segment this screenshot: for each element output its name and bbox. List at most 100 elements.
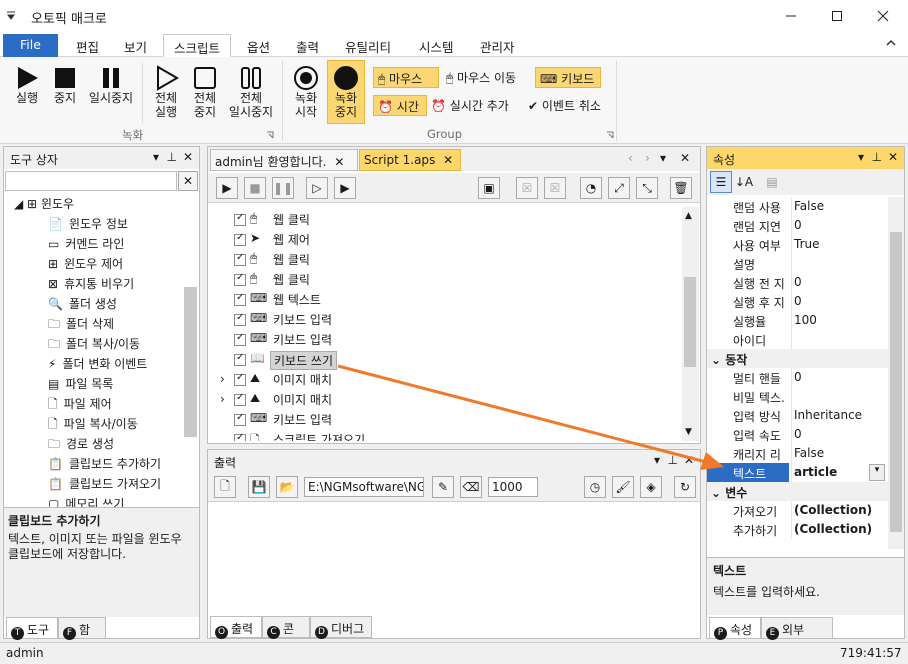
collapse-button[interactable]: ⤡ [636, 177, 658, 199]
checkbox[interactable]: ✓ [234, 212, 246, 226]
property-row[interactable]: 캐리지 리 False [707, 444, 888, 463]
close-button[interactable] [860, 0, 906, 31]
close-icon[interactable]: ✕ [680, 151, 690, 165]
toolbox-item[interactable]: 🗀 폴더 복사/이동 [48, 335, 140, 355]
property-row[interactable]: 아이디 [707, 330, 888, 349]
pin-icon[interactable]: ⊥ [668, 453, 678, 467]
property-row[interactable]: 멀티 핸들 0 [707, 368, 888, 387]
property-row[interactable]: 랜덤 지연 0 [707, 216, 888, 235]
new-log-button[interactable]: 🗋 [214, 476, 236, 498]
pause-script-button[interactable]: ❚❚ [272, 177, 294, 199]
checkbox[interactable]: ✓ [234, 412, 246, 426]
pin-icon[interactable]: ⊥ [872, 150, 882, 164]
checkbox[interactable]: ✓ [234, 372, 246, 386]
run-all-button[interactable]: 전체 실행 [148, 65, 184, 119]
image-button[interactable]: ▣ [478, 177, 500, 199]
property-row[interactable]: 가져오기 (Collection) [707, 501, 888, 520]
close-icon[interactable]: ✕ [888, 150, 898, 164]
menu-file[interactable]: File [3, 34, 58, 57]
property-row[interactable]: 입력 속도 0 [707, 425, 888, 444]
collapse-ribbon-icon[interactable] [886, 39, 896, 47]
minimize-button[interactable] [768, 0, 814, 31]
expand-button[interactable]: ⤢ [608, 177, 630, 199]
tab-script1[interactable]: Script 1.aps ✕ [359, 149, 461, 171]
property-row[interactable]: 실행율 100 [707, 311, 888, 330]
path-input[interactable]: E:\NGMsoftware\NG [304, 477, 424, 497]
close-icon[interactable]: ✕ [183, 150, 193, 164]
pause-all-button[interactable]: 전체 일시중지 [226, 65, 276, 119]
step-button[interactable]: ▷ [306, 177, 328, 199]
dialog-launcher-icon[interactable] [606, 131, 614, 139]
toolbox-item[interactable]: 📄 윈도우 정보 [48, 215, 128, 235]
event-cancel-toggle[interactable]: ✔ 이벤트 취소 [528, 97, 601, 114]
property-row[interactable]: 실행 후 지 0 [707, 292, 888, 311]
property-row[interactable]: 실행 전 지 0 [707, 273, 888, 292]
checkbox[interactable]: ✓ [234, 432, 246, 441]
disable-button[interactable]: ☒ [516, 177, 538, 199]
time-toggle[interactable]: ⏰ 시간 [373, 95, 427, 116]
script-scrollbar[interactable]: ▲ ▼ [682, 207, 699, 441]
record-start-button[interactable]: 녹화 시작 [289, 62, 323, 124]
keyboard-toggle[interactable]: ⌨ 키보드 [535, 67, 601, 88]
toolbox-item[interactable]: 🗀 폴더 삭제 [48, 315, 114, 335]
tab-external-api[interactable]: E외부 API [761, 617, 833, 654]
property-row[interactable]: 설명 [707, 254, 888, 273]
checkbox[interactable]: ✓ [234, 272, 246, 286]
realtime-add-toggle[interactable]: ⏰ 실시간 추가 [431, 97, 509, 114]
open-folder-button[interactable]: 📂 [276, 476, 298, 498]
scrollbar-thumb[interactable] [184, 287, 197, 437]
menu-utility[interactable]: 유틸리티 [335, 34, 401, 57]
number-stepper[interactable]: 1000 [488, 477, 538, 497]
close-icon[interactable]: ✕ [684, 453, 694, 467]
mouse-move-toggle[interactable]: 🖱 마우스 이동 [446, 69, 516, 86]
tree-category[interactable]: ◢ ⊞ 윈도우 [14, 195, 74, 215]
tab-properties[interactable]: P 속성 [709, 617, 761, 640]
step-over-button[interactable]: ▶ [334, 177, 356, 199]
record-stop-button[interactable]: 녹화 중지 [327, 60, 365, 124]
tab-tools[interactable]: T 도구 [6, 617, 58, 640]
timer-button[interactable]: ◔ [580, 177, 602, 199]
dropdown-icon[interactable]: ▾ [858, 150, 864, 164]
toolbox-item[interactable]: 📋 클립보드 가져오기 [48, 475, 161, 495]
property-section[interactable]: ⌄ 변수 [707, 482, 888, 501]
sort-az-button[interactable]: ↓A [733, 171, 755, 193]
property-row[interactable]: 사용 여부 True [707, 235, 888, 254]
tab-functions[interactable]: F함수 [58, 617, 106, 656]
clock-button[interactable]: ◷ [584, 476, 606, 498]
app-menu-icon[interactable] [6, 10, 16, 20]
menu-output[interactable]: 출력 [286, 34, 329, 57]
save-button[interactable]: 💾 [248, 476, 270, 498]
property-section[interactable]: ⌄ 동작 [707, 349, 888, 368]
refresh-button[interactable]: ↻ [674, 476, 696, 498]
toolbox-item[interactable]: 🗀 경로 생성 [48, 435, 114, 455]
stop-button[interactable]: 중지 [48, 65, 82, 105]
checkbox[interactable]: ✓ [234, 252, 246, 266]
clear-search-button[interactable]: ✕ [178, 171, 198, 191]
property-row[interactable]: 입력 방식 Inheritance [707, 406, 888, 425]
checkbox[interactable]: ✓ [234, 392, 246, 406]
pause-button[interactable]: 일시중지 [86, 65, 136, 105]
menu-script[interactable]: 스크립트 [163, 34, 232, 57]
menu-admin[interactable]: 관리자 [470, 34, 525, 57]
checkbox[interactable]: ✓ [234, 292, 246, 306]
checkbox[interactable]: ✓ [234, 332, 246, 346]
delete-button[interactable]: 🗑 [670, 177, 692, 199]
menu-edit[interactable]: 편집 [66, 34, 109, 57]
pin-icon[interactable]: ⊥ [167, 150, 177, 164]
property-row[interactable]: 비밀 텍스. [707, 387, 888, 406]
toolbox-item[interactable]: ▤ 파일 목록 [48, 375, 113, 395]
toolbox-item[interactable]: 🗋 파일 제어 [48, 395, 112, 415]
property-row[interactable]: 추가하기 (Collection) [707, 520, 888, 539]
property-pages-button[interactable]: ▤ [761, 171, 783, 193]
checkbox[interactable]: ✓ [234, 312, 246, 326]
maximize-button[interactable] [814, 0, 860, 31]
checkbox[interactable]: ✓ [234, 352, 246, 366]
chevron-right-icon[interactable]: › [645, 151, 650, 165]
tab-console[interactable]: C콘솔 [262, 616, 310, 655]
categorized-button[interactable]: ☰ [710, 171, 732, 193]
menu-system[interactable]: 시스템 [409, 34, 464, 57]
fill-button[interactable]: ◈ [640, 476, 662, 498]
property-scrollbar[interactable] [888, 197, 904, 549]
brush-button[interactable]: ✎ [432, 476, 454, 498]
toolbox-item[interactable]: ⚡ 폴더 변화 이벤트 [48, 355, 147, 375]
